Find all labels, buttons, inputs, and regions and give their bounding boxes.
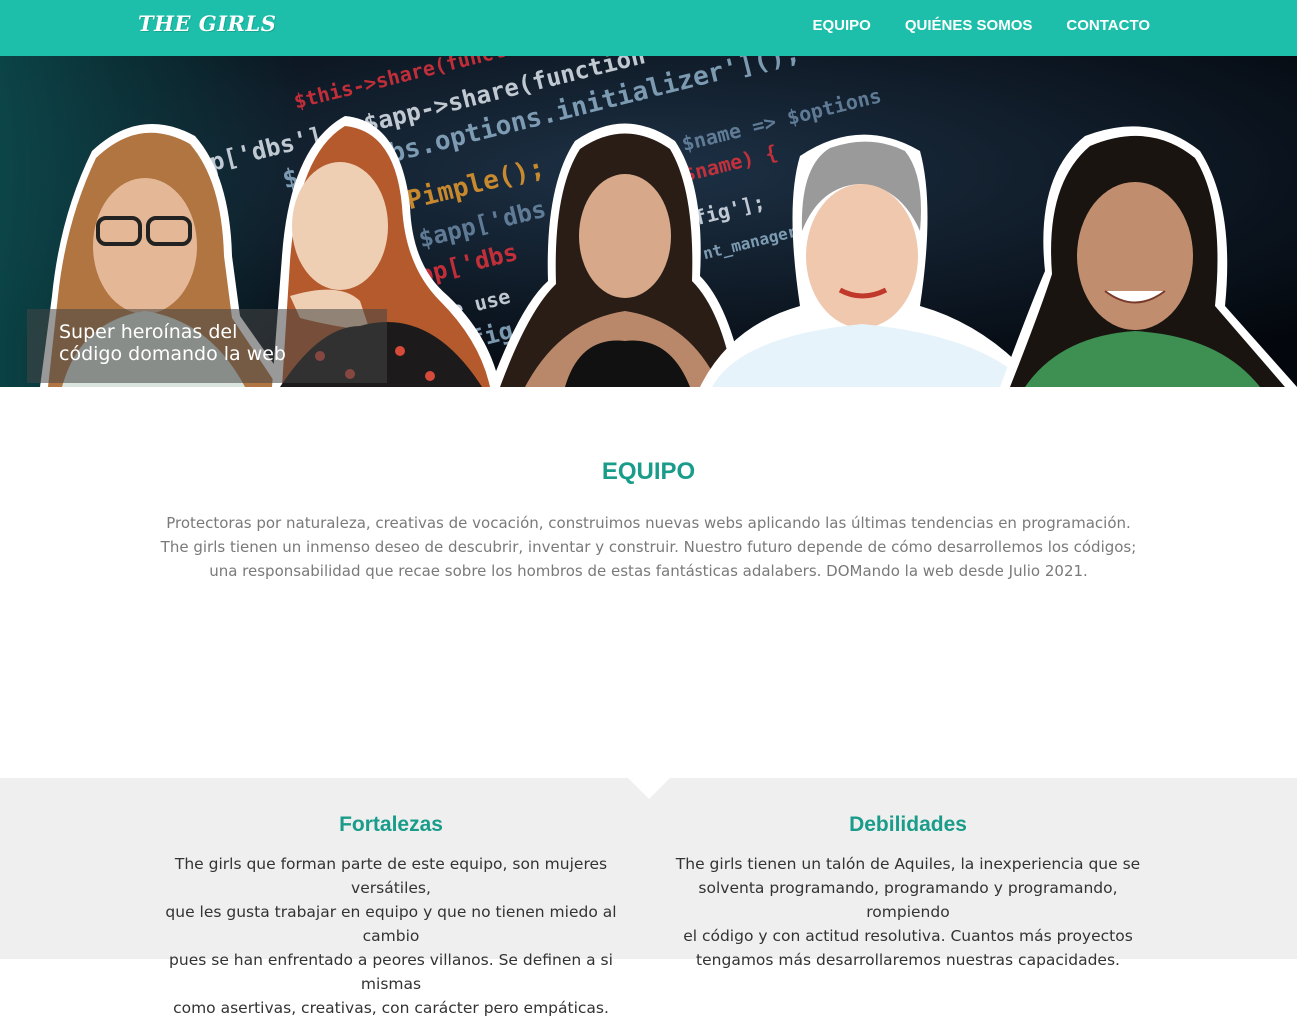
- debilidades-text: The girls tienen un talón de Aquiles, la…: [658, 852, 1158, 972]
- fortalezas-text: The girls que forman parte de este equip…: [141, 852, 641, 1020]
- equipo-line-2: The girls tienen un inmenso deseo de des…: [160, 538, 1137, 556]
- debilidades-line-1: The girls tienen un talón de Aquiles, la…: [675, 855, 1141, 873]
- fortalezas-line-1: The girls que forman parte de este equip…: [174, 855, 608, 897]
- nav-link-quienes-somos[interactable]: QUIÉNES SOMOS: [905, 17, 1033, 34]
- debilidades-column: Debilidades The girls tienen un talón de…: [658, 812, 1158, 972]
- fortalezas-title: Fortalezas: [339, 813, 443, 836]
- fortalezas-line-4: como asertivas, creativas, con carácter …: [173, 999, 609, 1017]
- section-divider-arrow: [628, 778, 670, 799]
- hero-banner: $this->share(function ($app$app['dbs'] =…: [0, 56, 1297, 387]
- main-nav: EQUIPO QUIÉNES SOMOS CONTACTO: [813, 17, 1151, 34]
- hero-caption-box: Super heroínas del código domando la web: [27, 309, 387, 383]
- debilidades-line-2: solventa programando, programando y prog…: [698, 879, 1118, 921]
- site-logo[interactable]: THE GIRLS: [138, 11, 276, 36]
- equipo-line-3: una responsabilidad que recae sobre los …: [209, 562, 1088, 580]
- hero-caption-text: Super heroínas del código domando la web: [59, 321, 286, 365]
- nav-link-contacto[interactable]: CONTACTO: [1066, 17, 1150, 34]
- equipo-description: Protectoras por naturaleza, creativas de…: [148, 511, 1149, 583]
- nav-link-equipo[interactable]: EQUIPO: [813, 17, 871, 34]
- section-title-equipo: EQUIPO: [601, 458, 696, 485]
- fortalezas-line-3: pues se han enfrentado a peores villanos…: [169, 951, 613, 993]
- fortalezas-line-2: que les gusta trabajar en equipo y que n…: [165, 903, 617, 945]
- debilidades-title: Debilidades: [849, 813, 967, 836]
- debilidades-line-4: tengamos más desarrollaremos nuestras ca…: [696, 951, 1120, 969]
- debilidades-line-3: el código y con actitud resolutiva. Cuan…: [683, 927, 1133, 945]
- equipo-line-1: Protectoras por naturaleza, creativas de…: [166, 514, 1131, 532]
- top-navbar: THE GIRLS EQUIPO QUIÉNES SOMOS CONTACTO: [0, 0, 1297, 56]
- fortalezas-column: Fortalezas The girls que forman parte de…: [141, 812, 641, 1020]
